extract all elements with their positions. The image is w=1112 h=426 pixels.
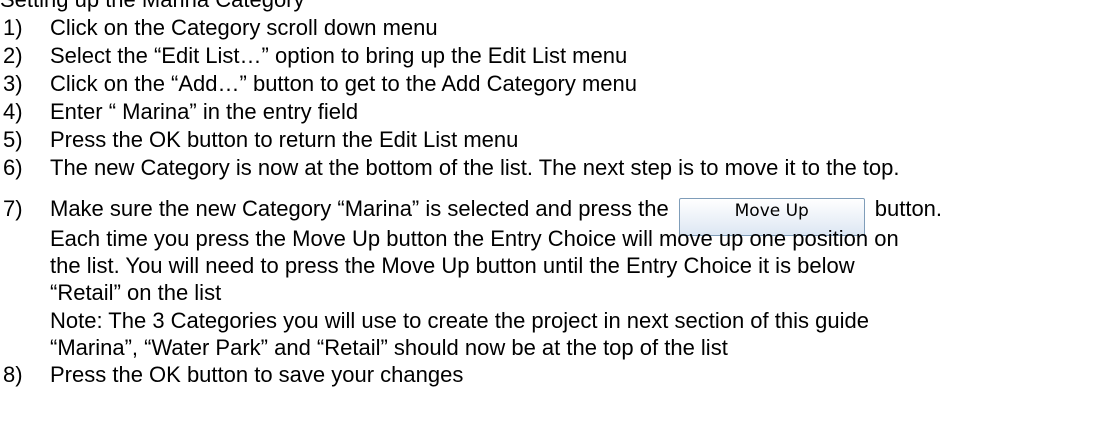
step-7-detail-line-2: the list. You will need to press the Mov… [50, 253, 855, 278]
step-number: 4) [3, 99, 23, 124]
step-number: 3) [3, 71, 23, 96]
note-line-1: Note: The 3 Categories you will use to c… [50, 308, 869, 333]
step-number: 1) [3, 15, 23, 40]
step-text: Press the OK button to return the Edit L… [50, 127, 519, 152]
step-text: Click on the Category scroll down menu [50, 15, 438, 40]
step-text: Enter “ Marina” in the entry field [50, 99, 359, 124]
step-text: Click on the “Add…” button to get to the… [50, 71, 638, 96]
section-heading: Setting up the Marina Category [0, 0, 305, 13]
step-7-detail-line-1: Each time you press the Move Up button t… [50, 226, 899, 251]
move-up-button-label: Move Up [734, 201, 809, 221]
step-7-text-before: Make sure the new Category “Marina” is s… [50, 196, 669, 221]
step-number: 8) [3, 362, 23, 387]
step-text: The new Category is now at the bottom of… [50, 155, 900, 180]
step-text: Press the OK button to save your changes [50, 362, 464, 387]
step-number: 5) [3, 127, 23, 152]
step-text: Select the “Edit List…” option to bring … [50, 43, 628, 68]
step-number: 6) [3, 155, 23, 180]
step-number: 7) [3, 196, 23, 221]
step-7-text-after: button. [874, 196, 943, 221]
step-number: 2) [3, 43, 23, 68]
step-7-detail-line-3: “Retail” on the list [50, 280, 222, 305]
note-line-2: “Marina”, “Water Park” and “Retail” shou… [50, 335, 728, 360]
step-text: Make sure the new Category “Marina” is s… [50, 195, 1112, 236]
